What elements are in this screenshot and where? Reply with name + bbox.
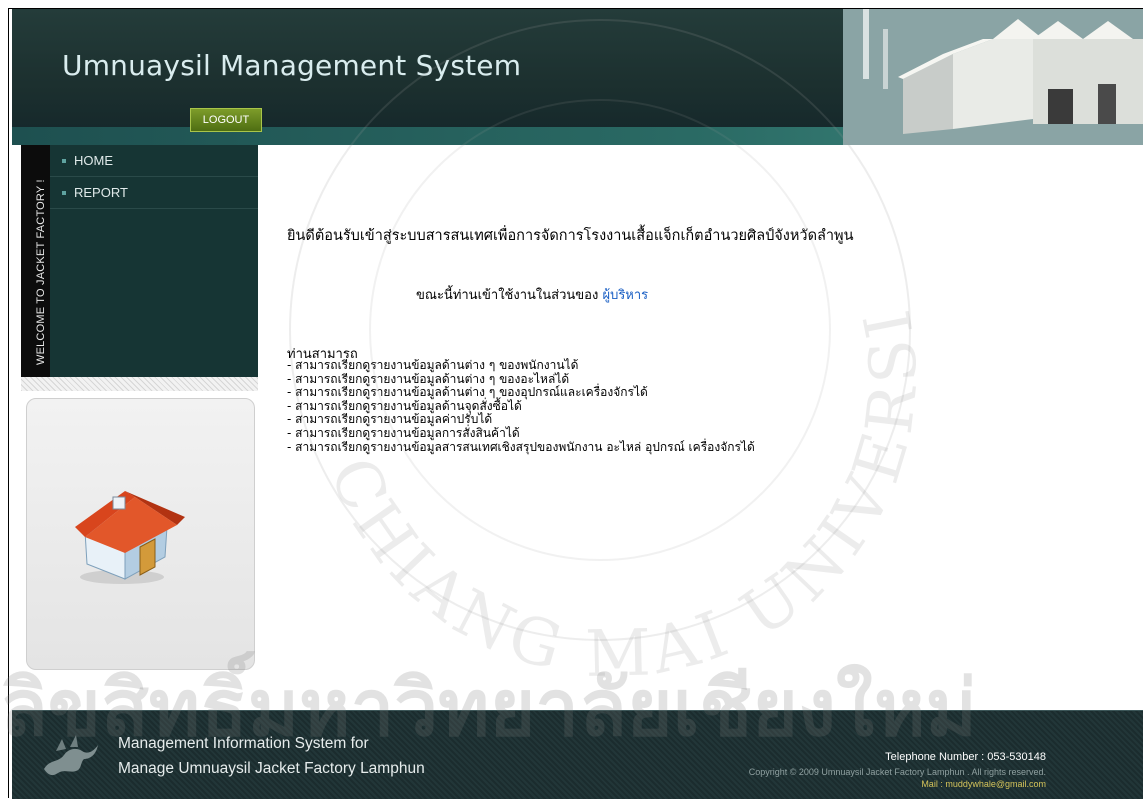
footer-telephone: Telephone Number : 053-530148 — [885, 751, 1046, 763]
house-icon — [75, 491, 185, 584]
sidebar-item-report[interactable]: REPORT — [50, 177, 258, 209]
sidebar-item-label: REPORT — [74, 185, 128, 200]
list-item: - สามารถเรียกดูรายงานข้อมูลค่าปรับได้ — [287, 412, 493, 427]
list-item: - สามารถเรียกดูรายงานข้อมูลสารสนเทศเชิงส… — [287, 439, 755, 454]
app-title: Umnuaysil Management System — [62, 49, 522, 82]
sidebar-welcome-tab: WELCOME TO JACKET FACTORY ! — [21, 145, 50, 377]
sidebar-welcome-text: WELCOME TO JACKET FACTORY ! — [35, 179, 47, 365]
list-item: - สามารถเรียกดูรายงานข้อมูลด้านจุดสั่งซื… — [287, 398, 522, 413]
bullet-icon — [62, 190, 66, 195]
home-icon-panel — [26, 398, 255, 670]
main-content: ยินดีต้อนรับเข้าสู่ระบบสารสนเทศเพื่อการจ… — [258, 145, 1143, 710]
footer: Management Information System for Manage… — [12, 710, 1143, 799]
capabilities-list: - สามารถเรียกดูรายงานข้อมูลด้านต่าง ๆ ขอ… — [287, 358, 755, 454]
list-item: - สามารถเรียกดูรายงานข้อมูลการสั่งสินค้า… — [287, 425, 520, 440]
welcome-message: ยินดีต้อนรับเข้าสู่ระบบสารสนเทศเพื่อการจ… — [287, 228, 854, 244]
list-item: - สามารถเรียกดูรายงานข้อมูลด้านต่าง ๆ ขอ… — [287, 358, 579, 372]
factory-building-image — [843, 9, 1143, 145]
bullet-icon — [62, 158, 66, 163]
footer-line-1: Management Information System for — [118, 735, 369, 752]
list-item: - สามารถเรียกดูรายงานข้อมูลด้านต่าง ๆ ขอ… — [287, 385, 648, 400]
logout-button[interactable]: LOGOUT — [190, 108, 262, 132]
header-banner: Umnuaysil Management System LOGOUT — [12, 9, 1143, 145]
footer-copyright: Copyright © 2009 Umnuaysil Jacket Factor… — [748, 767, 1046, 777]
dragon-logo-icon — [44, 735, 98, 776]
role-line: ขณะนี้ท่านเข้าใช้งานในส่วนของ ผู้บริหาร — [416, 284, 648, 305]
role-link[interactable]: ผู้บริหาร — [602, 288, 648, 303]
sidebar-item-home[interactable]: HOME — [50, 145, 258, 177]
footer-line-2: Manage Umnuaysil Jacket Factory Lamphun — [118, 760, 425, 777]
sidebar-divider — [21, 377, 258, 391]
role-prefix: ขณะนี้ท่านเข้าใช้งานในส่วนของ — [416, 288, 599, 303]
footer-mail: Mail : muddywhale@gmail.com — [921, 779, 1046, 789]
sidebar-nav: HOME REPORT — [50, 145, 258, 209]
sidebar-item-label: HOME — [74, 153, 113, 168]
